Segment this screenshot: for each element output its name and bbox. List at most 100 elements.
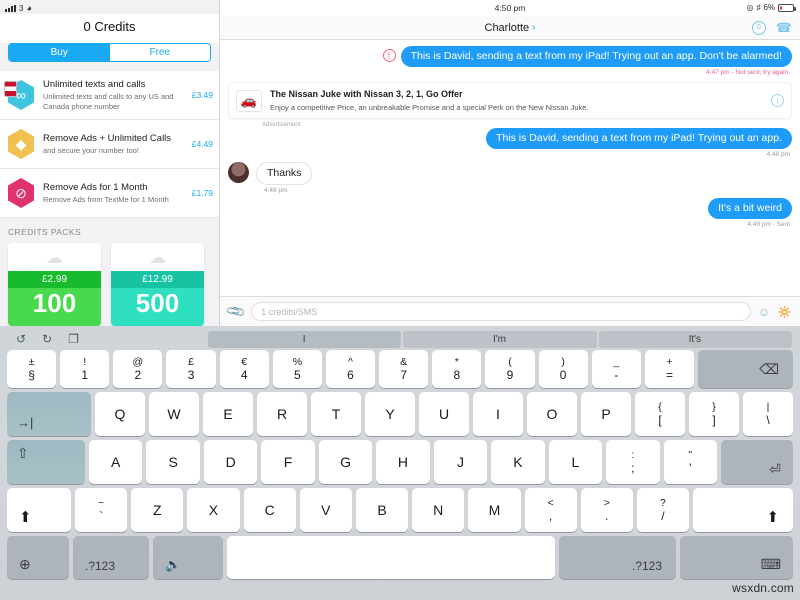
ad-description: Enjoy a competitive Price, an unbreakabl…: [270, 103, 589, 112]
key-g[interactable]: G: [318, 440, 373, 484]
paperclip-icon[interactable]: 📎: [225, 300, 247, 322]
shift-left-icon[interactable]: ⬆: [7, 488, 71, 532]
status-time: 4:50 pm: [494, 3, 526, 13]
key-w[interactable]: W: [149, 392, 199, 436]
key-bracket-right[interactable]: }]: [689, 392, 739, 436]
return-icon[interactable]: ⏎: [720, 440, 793, 484]
key-7[interactable]: & 7: [379, 350, 429, 388]
key-n[interactable]: N: [412, 488, 465, 532]
hide-keyboard-icon[interactable]: ⌨: [680, 536, 793, 579]
key-l[interactable]: L: [548, 440, 603, 484]
key-2[interactable]: @2: [113, 350, 163, 388]
key-z[interactable]: Z: [131, 488, 184, 532]
key-8[interactable]: * 8: [432, 350, 482, 388]
prediction-3[interactable]: It's: [598, 330, 792, 348]
key-h[interactable]: H: [376, 440, 430, 484]
microphone-icon[interactable]: 🔅: [777, 305, 792, 319]
shift-right-icon[interactable]: ⬆: [693, 488, 794, 532]
status-bar-right: 4:50 pm ◎ ♯ 6%: [220, 0, 800, 16]
prediction-2[interactable]: I'm: [403, 330, 597, 348]
key-backslash[interactable]: | \: [743, 392, 793, 436]
key-period[interactable]: >.: [580, 488, 633, 532]
credits-badge[interactable]: 0: [751, 20, 766, 35]
message-input[interactable]: 1 credits/SMS: [251, 302, 751, 321]
iap-item-remove-ads-calls[interactable]: ◆ Remove Ads + Unlimited Calls and secur…: [0, 120, 219, 169]
iap-item-remove-ads-month[interactable]: ⊘ Remove Ads for 1 Month Remove Ads from…: [0, 169, 219, 218]
message-meta: 4:48 pm: [264, 187, 288, 194]
globe-icon[interactable]: ⊕: [7, 536, 69, 579]
key-r[interactable]: R: [257, 392, 307, 436]
iap-subtitle: and secure your number too!: [43, 145, 139, 155]
key-f[interactable]: F: [261, 440, 315, 484]
smiley-icon[interactable]: ☺: [758, 305, 770, 319]
key-5[interactable]: % 5: [272, 350, 322, 388]
pack-price: £2.99: [8, 271, 101, 288]
key-y[interactable]: Y: [365, 392, 415, 436]
key-x[interactable]: X: [187, 488, 240, 532]
key-j[interactable]: J: [433, 440, 488, 484]
buy-free-segmented-control[interactable]: Buy Free: [8, 43, 211, 62]
key-a[interactable]: A: [89, 440, 143, 484]
contact-name[interactable]: Charlotte: [485, 22, 530, 34]
tab-key[interactable]: →|: [7, 392, 91, 436]
key-t[interactable]: T: [311, 392, 361, 436]
key-c[interactable]: C: [243, 488, 296, 532]
key-9[interactable]: (9: [485, 350, 535, 388]
redo-icon[interactable]: ↻: [42, 332, 52, 346]
key-b[interactable]: B: [355, 488, 409, 532]
key-6[interactable]: ^ 6: [325, 350, 376, 388]
key-q[interactable]: Q: [95, 392, 145, 436]
message-bubble: It's a bit weird: [708, 198, 792, 219]
credits-pack-100[interactable]: ☁ £2.99 100: [8, 243, 101, 326]
key-i[interactable]: I: [473, 392, 523, 436]
prediction-1[interactable]: I: [208, 330, 402, 348]
avatar: [228, 162, 249, 183]
phone-icon[interactable]: ☎: [776, 21, 792, 34]
iap-item-unlimited[interactable]: ∞ Unlimited texts and calls Unlimited te…: [0, 71, 219, 120]
key-bracket-left[interactable]: {[: [635, 392, 685, 436]
key-s[interactable]: S: [146, 440, 200, 484]
caps-lock-icon[interactable]: ⇧: [7, 440, 85, 484]
key-slash[interactable]: ? /: [636, 488, 690, 532]
segment-buy[interactable]: Buy: [9, 44, 110, 61]
flag-icon: [4, 81, 17, 97]
iap-price[interactable]: £1.79: [192, 188, 213, 198]
key-d[interactable]: D: [203, 440, 258, 484]
key-comma[interactable]: <,: [524, 488, 577, 532]
key-3[interactable]: £3: [166, 350, 216, 388]
numeric-keyboard-left-button[interactable]: .?123: [73, 536, 149, 579]
message-thread[interactable]: ! This is David, sending a text from my …: [220, 40, 800, 296]
key-minus[interactable]: _ -: [591, 350, 641, 388]
numeric-keyboard-right-button[interactable]: .?123: [559, 536, 676, 579]
key-p[interactable]: P: [581, 392, 631, 436]
microphone-icon[interactable]: 🔈: [153, 536, 223, 579]
backspace-icon[interactable]: ⌫: [698, 350, 794, 388]
chevron-right-icon[interactable]: ›: [532, 22, 535, 33]
paste-icon[interactable]: ❐: [68, 332, 79, 346]
key-e[interactable]: E: [203, 392, 253, 436]
iap-title: Unlimited texts and calls: [43, 78, 146, 90]
key-o[interactable]: O: [527, 392, 577, 436]
keyboard-row-function: ⊕ .?123 🔈 .?123 ⌨: [3, 536, 797, 579]
advertisement-card[interactable]: 🚗 The Nissan Juke with Nissan 3, 2, 1, G…: [228, 82, 792, 119]
key-u[interactable]: U: [419, 392, 469, 436]
key-v[interactable]: V: [299, 488, 352, 532]
download-icon[interactable]: ↓: [771, 94, 784, 107]
key-tilde[interactable]: ~ `: [75, 488, 128, 532]
key-k[interactable]: K: [491, 440, 545, 484]
key-equals[interactable]: + =: [644, 350, 695, 388]
key-section[interactable]: ± §: [7, 350, 57, 388]
credits-pack-500[interactable]: ☁ £12.99 500: [111, 243, 204, 326]
space-key[interactable]: [227, 536, 555, 579]
key-quote[interactable]: " ': [663, 440, 717, 484]
key-4[interactable]: €4: [219, 350, 269, 388]
key-m[interactable]: M: [468, 488, 521, 532]
error-icon[interactable]: !: [382, 49, 396, 62]
key-0[interactable]: ) 0: [538, 350, 588, 388]
undo-icon[interactable]: ↺: [16, 332, 26, 346]
iap-price[interactable]: £3.49: [192, 90, 213, 100]
key-semicolon[interactable]: :;: [606, 440, 660, 484]
segment-free[interactable]: Free: [109, 44, 210, 61]
key-1[interactable]: ! 1: [60, 350, 110, 388]
iap-price[interactable]: £4.49: [192, 139, 213, 149]
